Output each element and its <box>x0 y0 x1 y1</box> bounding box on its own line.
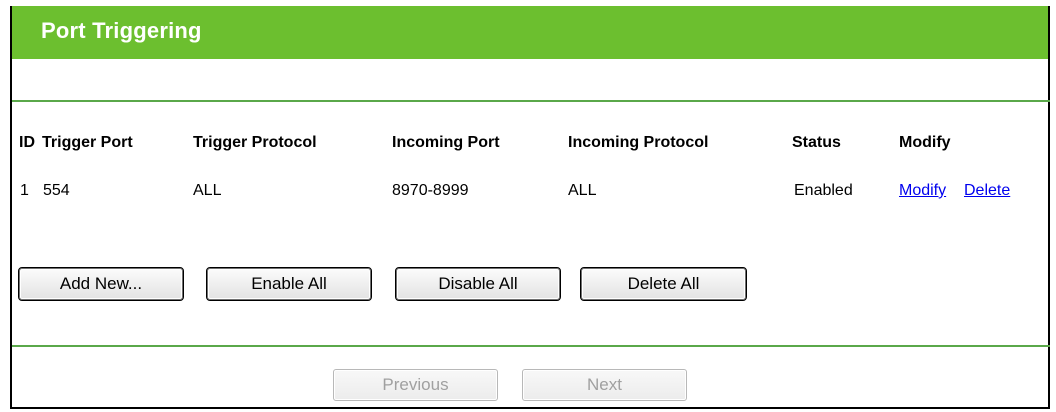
col-header-incoming-protocol: Incoming Protocol <box>568 134 709 151</box>
add-new-button[interactable]: Add New... <box>18 267 184 301</box>
disable-all-button[interactable]: Disable All <box>395 267 561 301</box>
delete-link[interactable]: Delete <box>964 182 1010 200</box>
col-header-modify: Modify <box>899 134 951 151</box>
previous-button[interactable]: Previous <box>333 369 498 401</box>
delete-all-button[interactable]: Delete All <box>580 267 747 301</box>
port-triggering-panel: Port Triggering ID Trigger Port Trigger … <box>10 6 1050 409</box>
col-header-status: Status <box>792 134 841 151</box>
cell-incoming-protocol: ALL <box>568 182 597 199</box>
cell-trigger-port: 554 <box>43 182 70 199</box>
cell-trigger-protocol: ALL <box>193 182 222 199</box>
col-header-trigger-protocol: Trigger Protocol <box>193 134 317 151</box>
modify-link[interactable]: Modify <box>899 182 946 200</box>
enable-all-button[interactable]: Enable All <box>206 267 372 301</box>
next-button[interactable]: Next <box>522 369 687 401</box>
cell-incoming-port: 8970-8999 <box>392 182 469 199</box>
page-title: Port Triggering <box>41 18 202 43</box>
col-header-incoming-port: Incoming Port <box>392 134 500 151</box>
divider-top <box>12 100 1050 102</box>
cell-id: 1 <box>20 182 29 199</box>
cell-status: Enabled <box>794 182 853 199</box>
col-header-trigger-port: Trigger Port <box>42 134 133 151</box>
col-header-id: ID <box>19 134 35 151</box>
divider-bottom <box>12 345 1050 347</box>
page-header: Port Triggering <box>12 6 1050 59</box>
